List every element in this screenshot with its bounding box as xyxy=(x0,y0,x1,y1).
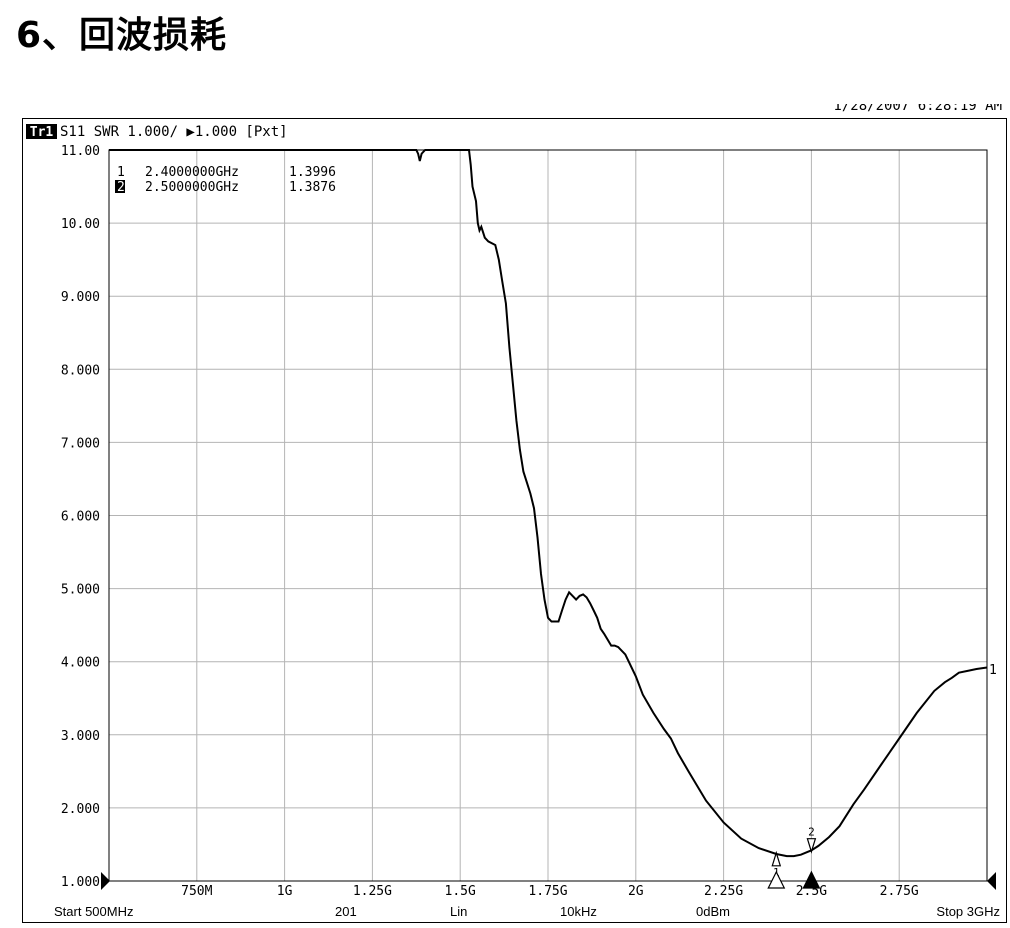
footer-scale[interactable]: Lin xyxy=(450,904,467,919)
x-tick-label: 1.75G xyxy=(528,884,567,899)
marker-1-id: 1 xyxy=(117,165,125,180)
y-axis-ticks: 11.00 10.00 9.000 8.000 7.000 6.000 5.000 4.000… xyxy=(61,144,100,890)
marker-2-axis-pointer-icon[interactable] xyxy=(802,870,821,889)
y-tick-label: 9.000 xyxy=(61,290,100,305)
y-tick-label: 2.000 xyxy=(61,802,100,817)
footer-start[interactable]: Start 500MHz xyxy=(54,904,133,919)
y-tick-label: 11.00 xyxy=(61,144,100,159)
x-tick-label: 1G xyxy=(277,884,293,899)
y-tick-label: 6.000 xyxy=(61,510,100,525)
marker-2-value: 1.3876 xyxy=(289,180,336,195)
screen-border xyxy=(22,118,1007,923)
marker-2-glyph-label: 2 xyxy=(808,826,815,839)
marker-1-axis-pointer-icon[interactable] xyxy=(767,870,786,889)
x-tick-label: 1.25G xyxy=(353,884,392,899)
footer-ifbw[interactable]: 10kHz xyxy=(560,904,597,919)
x-tick-label: 2G xyxy=(628,884,644,899)
marker-1-freq: 2.4000000GHz xyxy=(145,165,239,180)
status-footer: Start 500MHz 201 Lin 10kHz 0dBm Stop 3GH… xyxy=(54,904,1000,919)
page-heading: 6、回波损耗 xyxy=(16,15,228,56)
x-tick-label: 2.25G xyxy=(704,884,743,899)
x-tick-label: 1.5G xyxy=(445,884,476,899)
marker-2-id: 2 xyxy=(117,180,125,195)
y-tick-label: 3.000 xyxy=(61,729,100,744)
footer-points[interactable]: 201 xyxy=(335,904,357,919)
trace-end-label: 1 xyxy=(989,663,997,678)
vna-screen: 1/28/2007 6:28:19 AM Tr1 S11 SWR 1.000/ … xyxy=(22,98,1008,924)
timestamp: 1/28/2007 6:28:19 AM xyxy=(833,104,1002,114)
x-tick-label: 2.75G xyxy=(880,884,919,899)
marker-2-freq: 2.5000000GHz xyxy=(145,180,239,195)
marker-1-value: 1.3996 xyxy=(289,165,336,180)
swr-chart: 1/28/2007 6:28:19 AM Tr1 S11 SWR 1.000/ … xyxy=(22,98,1007,923)
y-tick-label: 1.000 xyxy=(61,875,100,890)
reference-right-arrow-icon[interactable] xyxy=(987,872,996,890)
y-tick-label: 7.000 xyxy=(61,436,100,451)
y-tick-label: 5.000 xyxy=(61,583,100,598)
marker-table: 1 2.4000000GHz 1.3996 2 2.5000000GHz 1.3… xyxy=(115,165,336,195)
y-tick-label: 4.000 xyxy=(61,656,100,671)
footer-power[interactable]: 0dBm xyxy=(696,904,730,919)
y-tick-label: 10.00 xyxy=(61,217,100,232)
trace-spec: S11 SWR 1.000/ ▶1.000 [Pxt] xyxy=(60,124,288,140)
chart-grid xyxy=(109,149,987,882)
x-tick-label: 750M xyxy=(181,884,212,899)
footer-stop[interactable]: Stop 3GHz xyxy=(936,904,1000,919)
y-tick-label: 8.000 xyxy=(61,363,100,378)
trace-badge[interactable]: Tr1 xyxy=(30,125,54,140)
